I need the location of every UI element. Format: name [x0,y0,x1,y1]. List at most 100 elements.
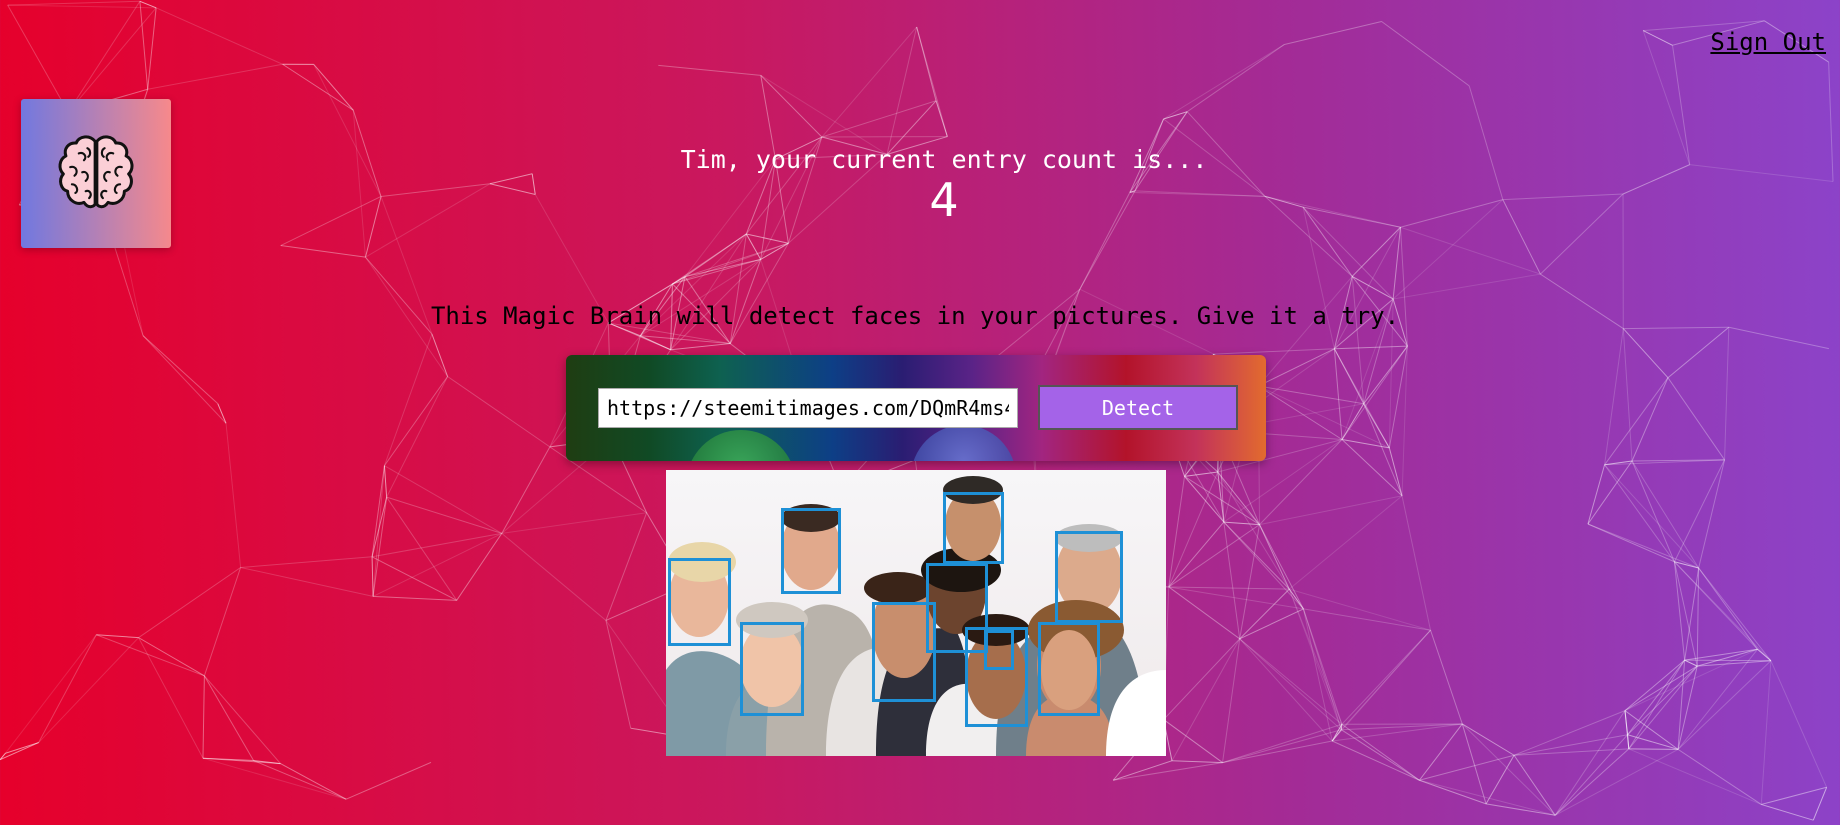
particle-link [1333,226,1401,350]
particle-link [1259,524,1290,590]
particle-link [1698,567,1758,650]
particle-link [456,533,503,601]
particle-link [147,63,283,90]
particle-link [5,742,39,754]
particle-link [1761,803,1814,821]
image-link-form: Detect [566,355,1266,461]
particle-link [1760,660,1772,805]
particle-link [1604,328,1624,465]
particle-link [658,64,761,76]
particle-link [605,620,632,729]
particle-link [7,4,157,9]
particle-link [1363,403,1403,497]
particle-link [1624,659,1685,712]
particle-link [886,26,918,155]
particle-link [1223,521,1304,610]
particle-link [1363,345,1408,405]
particle-link [1213,348,1335,355]
particle-link [138,567,241,639]
particle-link [1351,275,1394,300]
particle-link [202,757,281,765]
face-box [740,622,804,716]
sign-out-link[interactable]: Sign Out [1710,28,1826,56]
particle-link [501,446,551,534]
particle-link [821,26,918,138]
particle-link [1258,348,1335,387]
particle-link [1288,588,1342,730]
particle-link [1341,729,1420,781]
particle-link [1677,660,1772,750]
particle-link [760,74,888,155]
particle-link [1674,561,1758,650]
particle-link [1667,377,1725,461]
particle-link [1627,659,1686,736]
entry-count-value: 4 [929,173,959,227]
particle-link [1163,44,1285,120]
particle-link [138,637,204,759]
particle-link [1168,586,1290,590]
particle-link [1223,521,1260,526]
particle-link [1677,748,1762,805]
particle-link [1430,630,1463,725]
decorative-bubble [686,430,796,461]
particle-link [916,26,937,101]
particle-link [1684,659,1698,667]
particle-link [1587,464,1606,525]
particle-link [746,233,789,244]
particle-link [383,333,433,466]
particle-link [1381,21,1470,87]
particle-link [1667,326,1730,379]
particle-link [1334,345,1408,350]
particle-link [139,0,157,9]
particle-link [1388,447,1403,496]
particle-link [1624,710,1630,749]
particle-link [383,465,388,498]
particle-link [1724,327,1730,460]
detect-button[interactable]: Detect [1038,385,1238,430]
face-box [943,492,1004,564]
particle-link [1485,754,1515,805]
particle-link [280,763,347,800]
particle-link [202,757,347,800]
particle-link [1393,273,1541,300]
particle-link [1302,608,1342,730]
particle-link [1217,471,1290,590]
particle-link [1624,648,1758,712]
entry-count-greeting: Tim, your current entry count is... [680,145,1208,174]
particle-link [1258,385,1364,405]
particle-link [1812,787,1828,821]
face-box [984,630,1014,670]
particle-link [1770,660,1828,788]
particle-link [96,634,205,677]
particle-link [217,403,227,424]
particle-link [1728,326,1829,350]
particle-link [1222,723,1343,764]
particle-link [373,595,457,601]
particle-link [203,675,281,764]
particle-link [5,634,97,754]
particle-link [155,7,283,65]
particle-link [139,1,149,90]
particle-link [1184,476,1225,523]
particle-link [1163,719,1223,763]
particle-link [386,376,449,498]
particle-link [384,376,449,466]
particle-link [384,465,503,534]
particle-link [203,675,254,761]
image-url-input[interactable] [598,388,1018,428]
particle-link [1757,648,1772,662]
particle-link [240,566,374,597]
particle-link [1222,638,1241,763]
particle-link [1239,608,1304,640]
particle-link [1684,659,1771,662]
particle-link [670,343,731,351]
particle-link [447,376,551,448]
particle-link [142,335,227,424]
particle-link [1684,567,1700,661]
particle-link [501,533,607,621]
particle-link [1288,495,1403,590]
particle-link [1624,665,1698,712]
particle-link [1259,495,1403,526]
particle-link [1168,586,1241,640]
particle-link [0,742,39,761]
